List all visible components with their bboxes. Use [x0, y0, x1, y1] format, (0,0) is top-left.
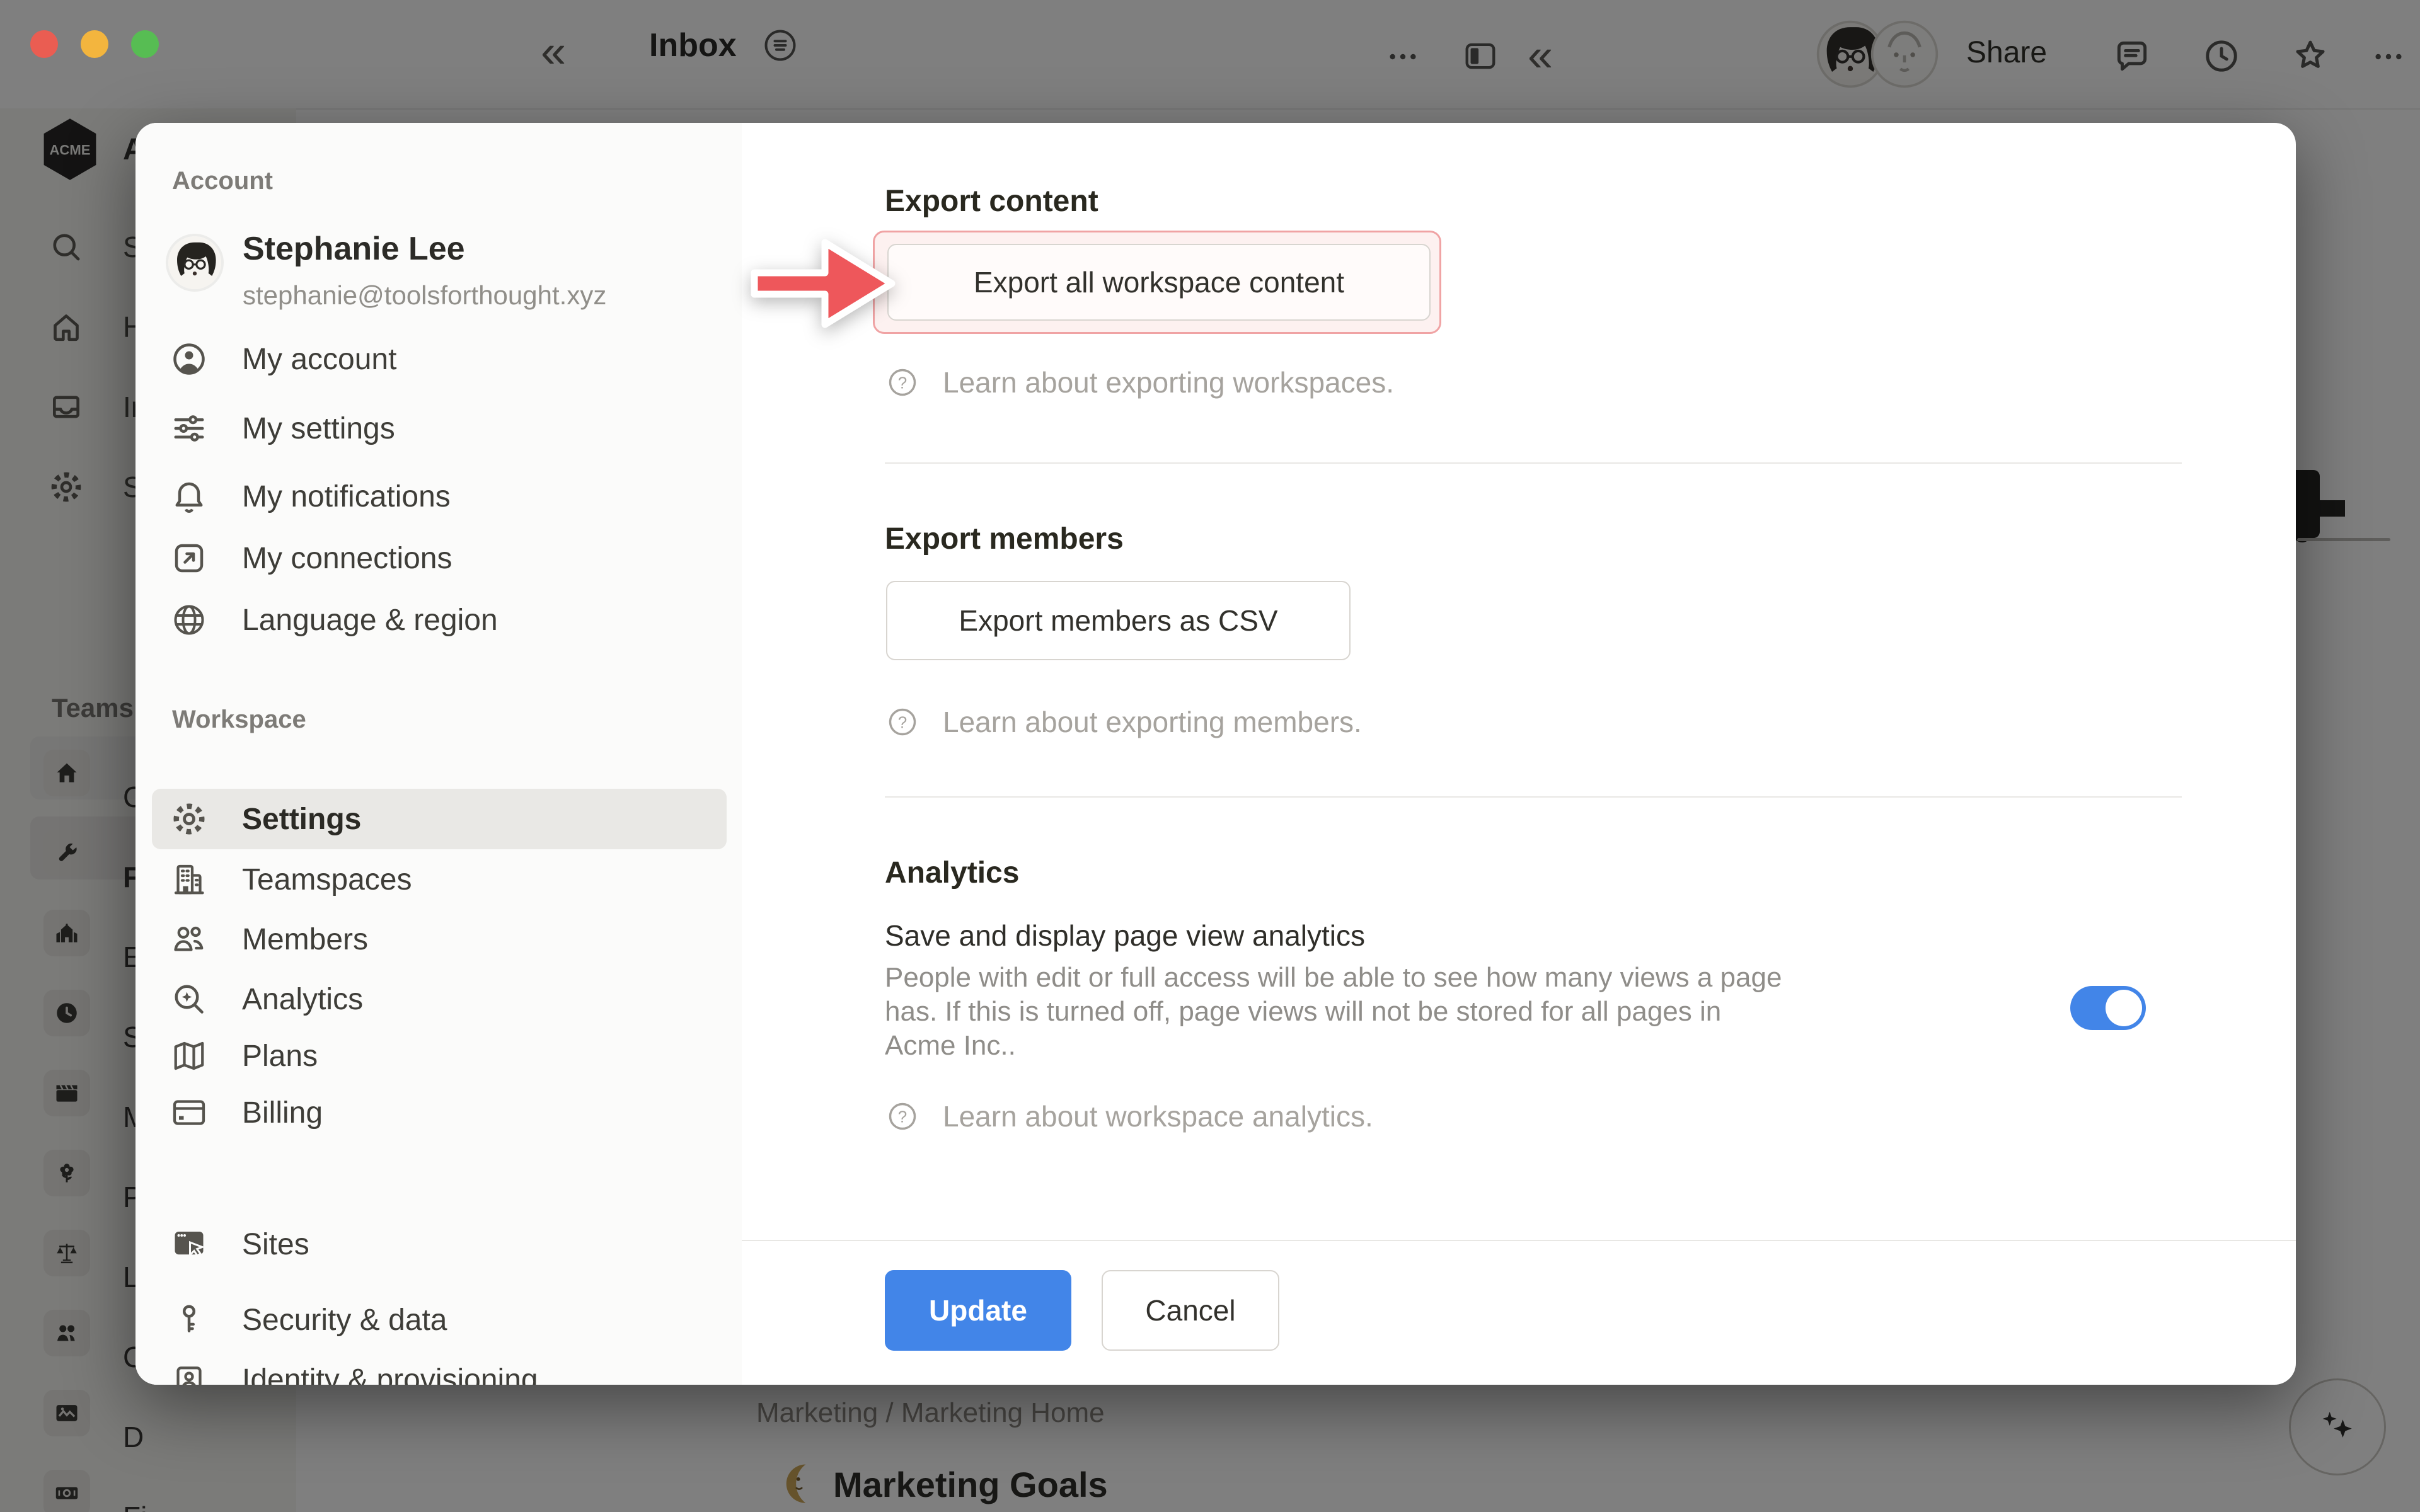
- minimize-window-button[interactable]: [81, 30, 108, 58]
- workspace-section-header: Workspace: [172, 706, 306, 734]
- external-link-icon: [170, 539, 208, 577]
- sidebar-item-my-account[interactable]: My account: [170, 329, 396, 389]
- svg-text:?: ?: [898, 713, 907, 732]
- analytics-heading: Analytics: [885, 856, 1019, 890]
- user-avatar: [168, 236, 221, 289]
- sidebar-item-security-data[interactable]: Security & data: [170, 1290, 447, 1350]
- toggle-knob: [2106, 990, 2142, 1026]
- maximize-window-button[interactable]: [131, 30, 159, 58]
- sliders-icon: [170, 410, 208, 447]
- sidebar-item-my-settings[interactable]: My settings: [170, 398, 395, 459]
- export-members-csv-button[interactable]: Export members as CSV: [886, 581, 1351, 660]
- sidebar-item-billing[interactable]: Billing: [170, 1082, 323, 1143]
- learn-workspace-analytics-link[interactable]: ? Learn about workspace analytics.: [886, 1100, 1373, 1133]
- buildings-icon: [170, 861, 208, 898]
- help-circle-icon: ?: [886, 366, 919, 399]
- help-circle-icon: ?: [886, 1100, 919, 1133]
- learn-exporting-members-link[interactable]: ? Learn about exporting members.: [886, 706, 1362, 738]
- magnifier-sparkle-icon: [170, 980, 208, 1018]
- sidebar-item-members[interactable]: Members: [170, 909, 368, 970]
- update-button[interactable]: Update: [885, 1270, 1071, 1351]
- screen: « Inbox «: [0, 0, 2420, 1512]
- sidebar-item-my-notifications[interactable]: My notifications: [170, 466, 451, 527]
- user-email: stephanie@toolsforthought.xyz: [243, 280, 606, 311]
- cancel-button[interactable]: Cancel: [1102, 1270, 1279, 1351]
- export-members-heading: Export members: [885, 522, 1124, 556]
- user-name: Stephanie Lee: [243, 230, 465, 268]
- annotation-highlight-box: Export all workspace content: [873, 231, 1441, 334]
- credit-card-icon: [170, 1094, 208, 1131]
- section-divider: [885, 796, 2182, 798]
- members-icon: [170, 920, 208, 958]
- svg-text:?: ?: [898, 374, 907, 392]
- gear-icon: [170, 800, 208, 838]
- learn-exporting-workspaces-link[interactable]: ? Learn about exporting workspaces.: [886, 366, 1394, 399]
- export-all-workspace-content-button[interactable]: Export all workspace content: [887, 244, 1431, 321]
- help-circle-icon: ?: [886, 706, 919, 738]
- sidebar-item-settings[interactable]: Settings: [170, 789, 361, 849]
- sidebar-item-sites[interactable]: Sites: [170, 1214, 309, 1274]
- close-window-button[interactable]: [30, 30, 58, 58]
- footer-divider: [742, 1240, 2296, 1241]
- sidebar-item-language-region[interactable]: Language & region: [170, 590, 498, 650]
- sidebar-item-analytics[interactable]: Analytics: [170, 969, 363, 1029]
- annotation-arrow-icon: [748, 230, 899, 337]
- analytics-toggle[interactable]: [2070, 986, 2146, 1030]
- sidebar-item-identity-provisioning[interactable]: Identity & provisioning: [170, 1349, 538, 1385]
- export-content-heading: Export content: [885, 184, 1098, 219]
- settings-dialog: Account Stephanie Lee stephanie@toolsfor…: [135, 123, 2296, 1385]
- analytics-setting-title: Save and display page view analytics: [885, 919, 1365, 953]
- browser-cursor-icon: [170, 1225, 208, 1263]
- analytics-description: People with edit or full access will be …: [885, 961, 1782, 1063]
- sidebar-item-my-connections[interactable]: My connections: [170, 528, 452, 588]
- id-badge-icon: [170, 1361, 208, 1385]
- map-icon: [170, 1037, 208, 1075]
- bell-icon: [170, 478, 208, 515]
- key-icon: [170, 1301, 208, 1339]
- account-section-header: Account: [172, 167, 273, 195]
- settings-sidebar: Account Stephanie Lee stephanie@toolsfor…: [135, 123, 742, 1385]
- globe-icon: [170, 601, 208, 639]
- section-divider: [885, 462, 2182, 464]
- svg-text:?: ?: [898, 1108, 907, 1126]
- sidebar-item-plans[interactable]: Plans: [170, 1026, 318, 1086]
- window-controls: [30, 30, 159, 58]
- sidebar-item-teamspaces[interactable]: Teamspaces: [170, 849, 412, 910]
- person-circle-icon: [170, 340, 208, 378]
